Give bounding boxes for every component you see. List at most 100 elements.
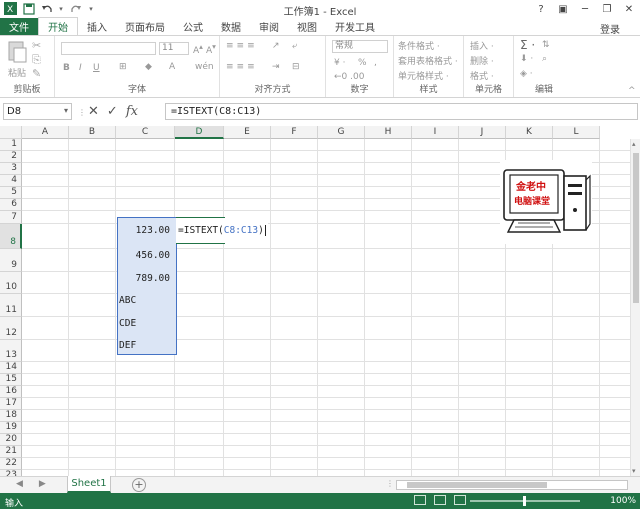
row-header-22[interactable]: 22: [0, 458, 22, 470]
clear-icon[interactable]: ◈ ·: [520, 69, 533, 79]
select-all-button[interactable]: [0, 126, 22, 139]
cell-C9[interactable]: 456.00: [117, 244, 176, 266]
find-select-icon[interactable]: ⌕: [542, 54, 547, 64]
conditional-format-button[interactable]: 条件格式 ·: [398, 39, 440, 52]
tab-review[interactable]: 审阅: [250, 18, 288, 35]
format-painter-icon[interactable]: ✎: [32, 67, 41, 80]
format-as-table-button[interactable]: 套用表格格式 ·: [398, 54, 458, 67]
enter-icon[interactable]: ✓: [107, 104, 118, 119]
row-header-12[interactable]: 12: [0, 317, 22, 340]
row-header-1[interactable]: 1: [0, 139, 22, 151]
italic-icon[interactable]: I: [79, 63, 82, 73]
cell-styles-button[interactable]: 单元格样式 ·: [398, 69, 449, 82]
phonetic-icon[interactable]: wén: [195, 62, 214, 72]
sign-in-link[interactable]: 登录: [600, 21, 620, 36]
tab-insert[interactable]: 插入: [78, 18, 116, 35]
name-box-dropdown-icon[interactable]: ▾: [64, 106, 68, 115]
tab-file[interactable]: 文件: [0, 18, 38, 35]
font-size-box[interactable]: 11: [159, 42, 189, 55]
row-header-6[interactable]: 6: [0, 199, 22, 211]
column-header-D[interactable]: D: [175, 126, 224, 139]
tab-developer[interactable]: 开发工具: [326, 18, 384, 35]
cell-C8[interactable]: 123.00: [117, 218, 176, 243]
row-header-15[interactable]: 15: [0, 374, 22, 386]
collapse-ribbon-icon[interactable]: ^: [628, 86, 636, 96]
format-cells-button[interactable]: 格式 ·: [470, 69, 494, 82]
sheet-tab-sheet1[interactable]: Sheet1: [67, 476, 111, 493]
row-header-18[interactable]: 18: [0, 410, 22, 422]
cut-icon[interactable]: ✂: [32, 39, 41, 52]
tab-view[interactable]: 视图: [288, 18, 326, 35]
currency-icon[interactable]: ¥ ·: [334, 58, 345, 68]
cell-C13[interactable]: DEF: [117, 334, 176, 356]
help-icon[interactable]: ?: [530, 0, 552, 18]
column-header-K[interactable]: K: [506, 126, 553, 139]
add-sheet-icon[interactable]: +: [132, 478, 146, 492]
wrap-text-icon[interactable]: ⤶: [292, 41, 297, 51]
column-header-J[interactable]: J: [459, 126, 506, 139]
formula-input[interactable]: =ISTEXT(C8:C13): [165, 103, 638, 120]
row-header-5[interactable]: 5: [0, 187, 22, 199]
sheet-prev-icon[interactable]: ◀: [16, 479, 23, 489]
row-header-19[interactable]: 19: [0, 422, 22, 434]
copy-icon[interactable]: ⎘: [32, 53, 41, 67]
cancel-icon[interactable]: ✕: [88, 104, 99, 119]
name-box[interactable]: D8 ▾: [3, 103, 72, 120]
ribbon-display-icon[interactable]: ▣: [552, 0, 574, 18]
row-header-4[interactable]: 4: [0, 175, 22, 187]
borders-icon[interactable]: ⊞: [119, 62, 127, 72]
row-header-10[interactable]: 10: [0, 272, 22, 294]
insert-cells-button[interactable]: 插入 ·: [470, 39, 494, 52]
horizontal-scroll-thumb[interactable]: [407, 482, 547, 488]
orientation-icon[interactable]: ↗: [272, 41, 280, 51]
vertical-scrollbar[interactable]: ▴ ▾: [630, 139, 640, 476]
tab-formulas[interactable]: 公式: [174, 18, 212, 35]
vertical-scroll-thumb[interactable]: [633, 153, 639, 303]
shrink-font-icon[interactable]: A▾: [206, 42, 216, 56]
tab-page-layout[interactable]: 页面布局: [116, 18, 174, 35]
column-header-C[interactable]: C: [116, 126, 175, 139]
row-header-9[interactable]: 9: [0, 249, 22, 272]
page-break-view-icon[interactable]: [454, 495, 466, 505]
column-header-I[interactable]: I: [412, 126, 459, 139]
column-header-F[interactable]: F: [271, 126, 318, 139]
scroll-down-icon[interactable]: ▾: [632, 467, 636, 475]
indent-icon[interactable]: ⇥: [272, 62, 280, 72]
formula-bar-splitter[interactable]: ⋮: [78, 108, 86, 117]
row-header-21[interactable]: 21: [0, 446, 22, 458]
normal-view-icon[interactable]: [414, 495, 426, 505]
scroll-up-icon[interactable]: ▴: [632, 140, 636, 148]
row-header-20[interactable]: 20: [0, 434, 22, 446]
number-format-box[interactable]: 常规: [332, 40, 388, 53]
cell-C11[interactable]: ABC: [117, 289, 176, 312]
close-icon[interactable]: ✕: [618, 0, 640, 18]
row-header-13[interactable]: 13: [0, 340, 22, 362]
delete-cells-button[interactable]: 删除 ·: [470, 54, 494, 67]
bold-icon[interactable]: B: [63, 63, 70, 73]
fill-color-icon[interactable]: ◆: [145, 62, 152, 72]
merge-center-icon[interactable]: ⊟: [292, 62, 300, 72]
column-header-H[interactable]: H: [365, 126, 412, 139]
comma-icon[interactable]: ,: [374, 58, 377, 68]
cell-C12[interactable]: CDE: [117, 312, 176, 335]
sort-filter-icon[interactable]: ⇅: [542, 40, 550, 50]
column-header-G[interactable]: G: [318, 126, 365, 139]
row-header-3[interactable]: 3: [0, 163, 22, 175]
zoom-slider[interactable]: [470, 496, 580, 506]
column-header-L[interactable]: L: [553, 126, 600, 139]
fill-icon[interactable]: ⬇ ·: [520, 54, 533, 64]
column-header-E[interactable]: E: [224, 126, 271, 139]
decimal-icons[interactable]: ←0 .00: [334, 72, 364, 82]
zoom-level[interactable]: 100%: [610, 496, 636, 506]
column-header-A[interactable]: A: [22, 126, 69, 139]
row-header-11[interactable]: 11: [0, 294, 22, 317]
row-header-7[interactable]: 7: [0, 211, 22, 224]
page-layout-view-icon[interactable]: [434, 495, 446, 505]
zoom-slider-knob[interactable]: [523, 496, 526, 506]
percent-icon[interactable]: %: [358, 58, 367, 68]
horizontal-scrollbar[interactable]: [396, 480, 628, 490]
row-header-8[interactable]: 8: [0, 224, 22, 249]
grow-font-icon[interactable]: A▴: [193, 42, 203, 56]
row-header-17[interactable]: 17: [0, 398, 22, 410]
vertical-align-icons[interactable]: ≡≡≡: [226, 41, 258, 51]
